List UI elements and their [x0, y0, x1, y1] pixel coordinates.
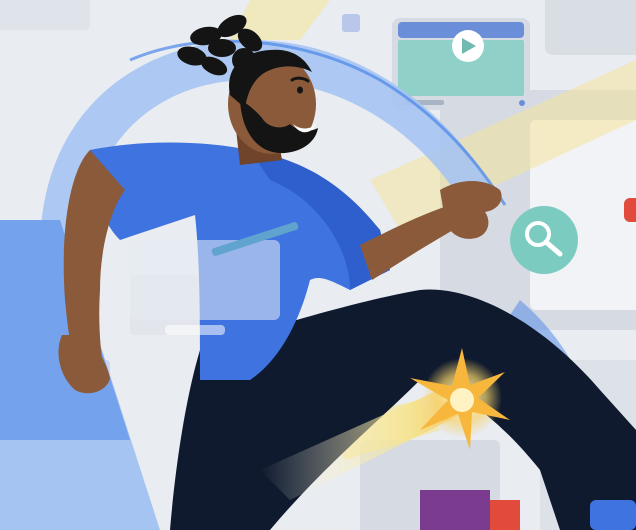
illustration-scene [0, 0, 636, 530]
